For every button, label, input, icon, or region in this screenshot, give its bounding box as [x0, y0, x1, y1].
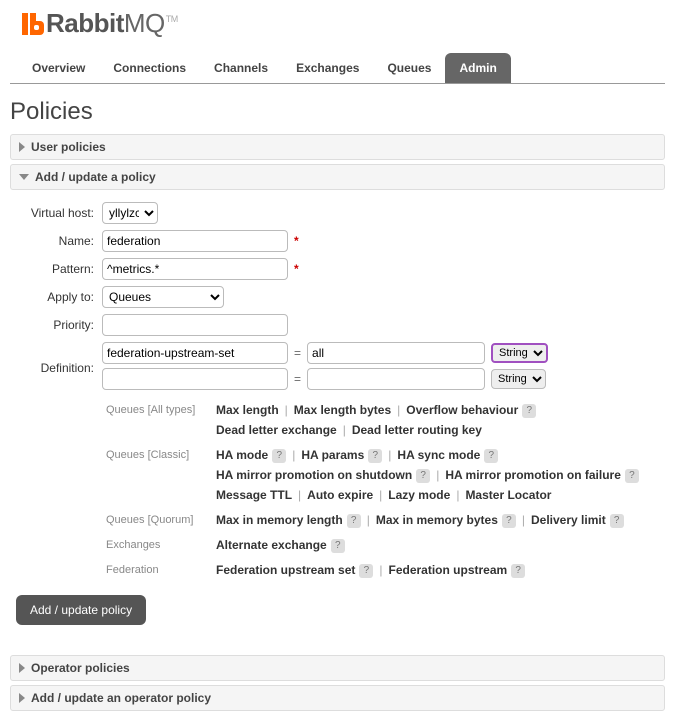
policy-form: Virtual host: yllylzch Name: * Pattern: …: [10, 194, 665, 651]
hint-group-label: Federation: [106, 560, 216, 580]
pattern-label: Pattern:: [14, 262, 94, 276]
apply-to-label: Apply to:: [14, 290, 94, 304]
add-update-policy-button[interactable]: Add / update policy: [16, 595, 146, 625]
hint-item[interactable]: HA params: [301, 448, 364, 462]
rabbitmq-logo-icon: [22, 13, 44, 35]
section-label: User policies: [31, 140, 106, 154]
hint-group-label: Queues [Quorum]: [106, 510, 216, 530]
tab-exchanges[interactable]: Exchanges: [282, 53, 373, 83]
hint-item[interactable]: Max in memory length: [216, 513, 343, 527]
hint-item[interactable]: Dead letter exchange: [216, 423, 337, 437]
definition-key-1[interactable]: [102, 342, 288, 364]
definition-value-1[interactable]: [307, 342, 485, 364]
tab-overview[interactable]: Overview: [18, 53, 99, 83]
definition-type-1[interactable]: String: [491, 343, 548, 363]
help-icon[interactable]: ?: [359, 564, 373, 578]
section-label: Operator policies: [31, 661, 130, 675]
hint-item[interactable]: Message TTL: [216, 488, 292, 502]
chevron-right-icon: [19, 142, 25, 152]
hint-item[interactable]: Lazy mode: [388, 488, 450, 502]
chevron-down-icon: [19, 174, 29, 180]
section-add-operator-policy[interactable]: Add / update an operator policy: [10, 685, 665, 711]
help-icon[interactable]: ?: [484, 449, 498, 463]
section-operator-policies[interactable]: Operator policies: [10, 655, 665, 681]
hint-item[interactable]: Max length: [216, 403, 279, 417]
name-input[interactable]: [102, 230, 288, 252]
hint-item[interactable]: Alternate exchange: [216, 538, 327, 552]
main-tabs: OverviewConnectionsChannelsExchangesQueu…: [10, 53, 665, 84]
help-icon[interactable]: ?: [416, 469, 430, 483]
help-icon[interactable]: ?: [511, 564, 525, 578]
vhost-label: Virtual host:: [14, 206, 94, 220]
definition-type-2[interactable]: String: [491, 369, 546, 389]
equals-sign: =: [294, 346, 301, 360]
hint-item[interactable]: HA mirror promotion on failure: [445, 468, 621, 482]
priority-label: Priority:: [14, 318, 94, 332]
chevron-right-icon: [19, 693, 25, 703]
hint-item[interactable]: Delivery limit: [531, 513, 606, 527]
pattern-input[interactable]: [102, 258, 288, 280]
required-mark: *: [294, 262, 299, 276]
vhost-select[interactable]: yllylzch: [102, 202, 158, 224]
hint-item[interactable]: Max in memory bytes: [376, 513, 498, 527]
help-icon[interactable]: ?: [368, 449, 382, 463]
hint-item[interactable]: Auto expire: [307, 488, 373, 502]
hint-item[interactable]: HA mirror promotion on shutdown: [216, 468, 412, 482]
definition-value-2[interactable]: [307, 368, 485, 390]
chevron-right-icon: [19, 663, 25, 673]
help-icon[interactable]: ?: [610, 514, 624, 528]
hint-item[interactable]: Max length bytes: [294, 403, 391, 417]
logo-text: RabbitMQTM: [46, 8, 178, 39]
tab-channels[interactable]: Channels: [200, 53, 282, 83]
page-title: Policies: [10, 98, 665, 126]
definition-key-2[interactable]: [102, 368, 288, 390]
logo: RabbitMQTM: [10, 0, 665, 43]
hint-group-label: Exchanges: [106, 535, 216, 555]
tab-admin[interactable]: Admin: [445, 53, 510, 83]
hint-item[interactable]: Federation upstream: [389, 563, 508, 577]
required-mark: *: [294, 234, 299, 248]
help-icon[interactable]: ?: [331, 539, 345, 553]
help-icon[interactable]: ?: [625, 469, 639, 483]
equals-sign: =: [294, 372, 301, 386]
hint-item[interactable]: Master Locator: [465, 488, 551, 502]
priority-input[interactable]: [102, 314, 288, 336]
help-icon[interactable]: ?: [522, 404, 536, 418]
hint-item[interactable]: HA sync mode: [397, 448, 480, 462]
section-user-policies[interactable]: User policies: [10, 134, 665, 160]
name-label: Name:: [14, 234, 94, 248]
section-label: Add / update an operator policy: [31, 691, 211, 705]
hint-item[interactable]: HA mode: [216, 448, 268, 462]
hint-item[interactable]: Overflow behaviour: [406, 403, 518, 417]
tab-connections[interactable]: Connections: [99, 53, 200, 83]
hint-item[interactable]: Federation upstream set: [216, 563, 355, 577]
apply-to-select[interactable]: Queues: [102, 286, 224, 308]
hint-group-label: Queues [Classic]: [106, 445, 216, 505]
section-add-update-policy[interactable]: Add / update a policy: [10, 164, 665, 190]
hint-group-label: Queues [All types]: [106, 400, 216, 440]
definition-label: Definition:: [14, 361, 94, 375]
help-icon[interactable]: ?: [347, 514, 361, 528]
tab-queues[interactable]: Queues: [373, 53, 445, 83]
hint-item[interactable]: Dead letter routing key: [352, 423, 482, 437]
section-label: Add / update a policy: [35, 170, 156, 184]
hints-area: Queues [All types]Max length|Max length …: [106, 400, 661, 580]
help-icon[interactable]: ?: [272, 449, 286, 463]
help-icon[interactable]: ?: [502, 514, 516, 528]
